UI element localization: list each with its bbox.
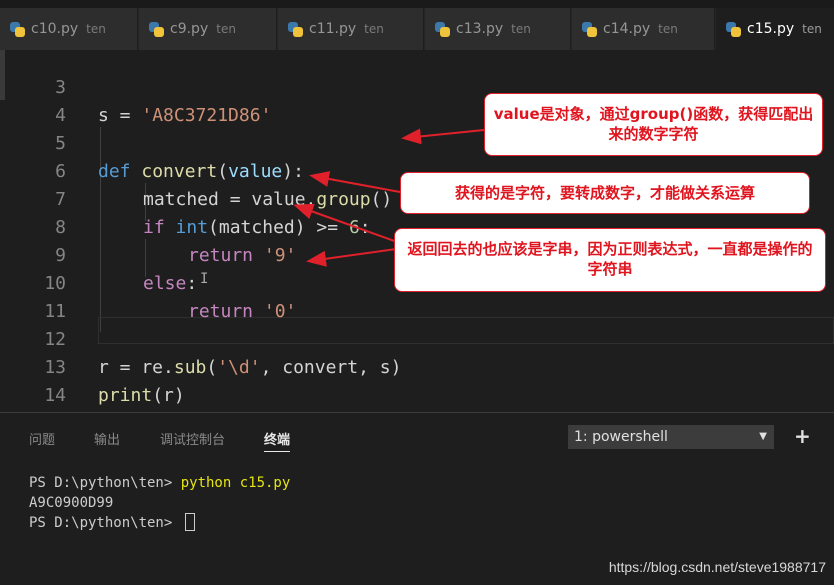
annotation-int-note: 获得的是字符，要转成数字，才能做关系运算 xyxy=(400,172,810,214)
terminal-selector[interactable]: 1: powershell ▼ xyxy=(568,425,774,449)
bottom-panel: 问题 输出 调试控制台 终端 1: powershell ▼ + PS D:\p… xyxy=(0,412,834,585)
annotation-group-note: value是对象，通过group()函数，获得匹配出来的数字字符 xyxy=(484,93,823,156)
tab-problems[interactable]: 问题 xyxy=(29,429,55,448)
terminal-selector-value: 1: powershell xyxy=(574,429,668,445)
arrow-to-return-0 xyxy=(306,248,397,267)
watermark-url: https://blog.csdn.net/steve1988717 xyxy=(608,559,826,575)
annotation-string-note: 返回回去的也应该是字串，因为正则表达式，一直都是操作的字符串 xyxy=(394,228,826,292)
dropdown-caret-icon: ▼ xyxy=(759,431,767,442)
terminal-line[interactable]: PS D:\python\ten> xyxy=(29,513,195,533)
terminal-cursor xyxy=(184,513,195,531)
arrow-to-int-call xyxy=(309,171,401,193)
tab-terminal[interactable]: 终端 xyxy=(264,429,291,452)
terminal-line: PS D:\python\ten> python c15.py xyxy=(29,475,291,491)
terminal-output: A9C0900D99 xyxy=(29,495,114,511)
terminal-command: python c15.py xyxy=(180,475,291,491)
arrow-to-return-9 xyxy=(293,203,401,244)
tab-debug-console[interactable]: 调试控制台 xyxy=(160,429,225,448)
new-terminal-button[interactable]: + xyxy=(794,425,811,447)
arrow-to-group-call xyxy=(401,128,485,145)
tab-output[interactable]: 输出 xyxy=(94,429,120,448)
